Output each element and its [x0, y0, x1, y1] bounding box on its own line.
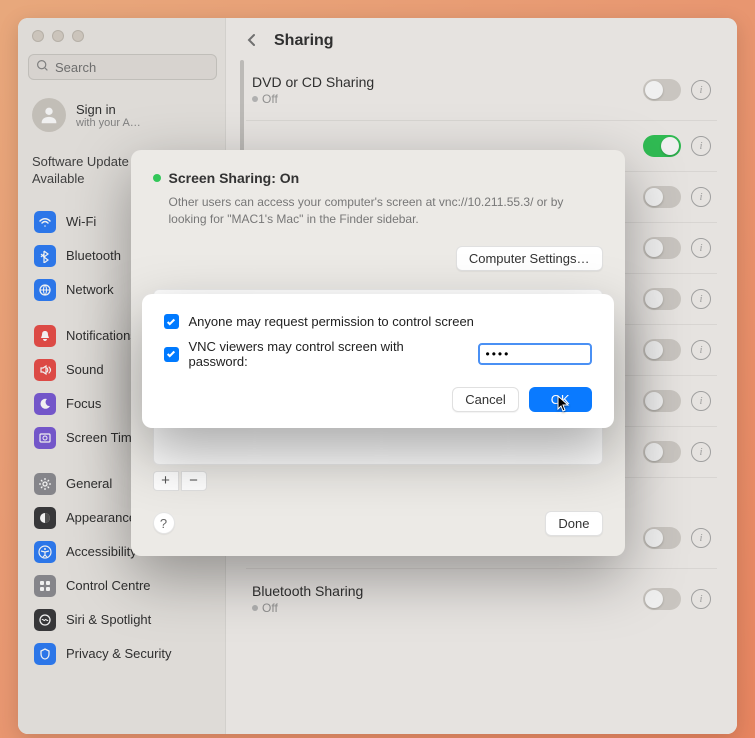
toggle[interactable] — [643, 186, 681, 208]
sidebar-item-label: Focus — [66, 396, 101, 411]
info-icon[interactable]: i — [691, 238, 711, 258]
ok-button[interactable]: OK — [529, 387, 592, 412]
focus-icon — [34, 393, 56, 415]
close-icon[interactable] — [32, 30, 44, 42]
sharing-row: Bluetooth Sharing Off i — [246, 569, 717, 629]
account-name: Sign in — [76, 102, 141, 117]
screentime-icon — [34, 427, 56, 449]
help-button[interactable]: ? — [153, 512, 175, 534]
vnc-password-input[interactable] — [478, 343, 592, 365]
row-title: Bluetooth Sharing — [252, 583, 643, 599]
row-status: Off — [252, 92, 643, 106]
toggle[interactable] — [643, 588, 681, 610]
toggle[interactable] — [643, 390, 681, 412]
gear-icon — [34, 473, 56, 495]
sidebar-item-label: Network — [66, 282, 114, 297]
info-icon[interactable]: i — [691, 80, 711, 100]
search-icon — [36, 59, 49, 75]
sidebar-item-label: Privacy & Security — [66, 646, 171, 661]
sidebar-item-label: General — [66, 476, 112, 491]
wifi-icon — [34, 211, 56, 233]
network-icon — [34, 279, 56, 301]
toggle[interactable] — [643, 79, 681, 101]
sheet-desc: Other users can access your computer's s… — [169, 194, 603, 228]
sidebar-item-label: Sound — [66, 362, 104, 377]
remove-button[interactable]: − — [181, 471, 207, 491]
done-button[interactable]: Done — [545, 511, 602, 536]
add-button[interactable]: + — [153, 471, 179, 491]
sidebar-item-label: Control Centre — [66, 578, 151, 593]
privacy-icon — [34, 643, 56, 665]
sharing-row: DVD or CD Sharing Off i — [246, 60, 717, 121]
back-button[interactable] — [244, 32, 262, 50]
info-icon[interactable]: i — [691, 187, 711, 207]
sidebar-item-label: Bluetooth — [66, 248, 121, 263]
maximize-icon[interactable] — [72, 30, 84, 42]
sidebar-item-label: Appearance — [66, 510, 136, 525]
account-sub: with your A… — [76, 117, 141, 129]
row-title: DVD or CD Sharing — [252, 74, 643, 90]
toggle[interactable] — [643, 441, 681, 463]
sidebar-item-label: Notifications — [66, 328, 137, 343]
control-icon — [34, 575, 56, 597]
toggle[interactable] — [643, 527, 681, 549]
info-icon[interactable]: i — [691, 589, 711, 609]
computer-settings-button[interactable]: Computer Settings… — [456, 246, 603, 271]
sound-icon — [34, 359, 56, 381]
appearance-icon — [34, 507, 56, 529]
sidebar-item-siri-spotlight[interactable]: Siri & Spotlight — [28, 604, 217, 636]
bell-icon — [34, 325, 56, 347]
info-icon[interactable]: i — [691, 391, 711, 411]
page-title: Sharing — [274, 32, 334, 50]
minimize-icon[interactable] — [52, 30, 64, 42]
window-controls[interactable] — [32, 30, 217, 42]
sidebar-item-privacy-security[interactable]: Privacy & Security — [28, 638, 217, 670]
info-icon[interactable]: i — [691, 442, 711, 462]
sheet-title: Screen Sharing: On — [169, 170, 300, 186]
toggle[interactable] — [643, 339, 681, 361]
sidebar-item-label: Accessibility — [66, 544, 137, 559]
account-row[interactable]: Sign in with your A… — [28, 94, 217, 144]
search-input[interactable] — [28, 54, 217, 80]
sidebar-item-control-centre[interactable]: Control Centre — [28, 570, 217, 602]
cancel-button[interactable]: Cancel — [452, 387, 518, 412]
vnc-label: VNC viewers may control screen with pass… — [189, 339, 462, 369]
info-icon[interactable]: i — [691, 340, 711, 360]
info-icon[interactable]: i — [691, 528, 711, 548]
cursor-icon — [557, 395, 571, 413]
siri-icon — [34, 609, 56, 631]
toggle[interactable] — [643, 288, 681, 310]
info-icon[interactable]: i — [691, 289, 711, 309]
avatar — [32, 98, 66, 132]
sidebar-item-label: Siri & Spotlight — [66, 612, 151, 627]
row-status: Off — [252, 601, 643, 615]
computer-settings-dialog: Anyone may request permission to control… — [142, 294, 614, 428]
bluetooth-icon — [34, 245, 56, 267]
info-icon[interactable]: i — [691, 136, 711, 156]
toggle[interactable] — [643, 135, 681, 157]
status-dot-icon — [153, 174, 161, 182]
anyone-checkbox[interactable] — [164, 314, 179, 329]
accessibility-icon — [34, 541, 56, 563]
toggle[interactable] — [643, 237, 681, 259]
anyone-label: Anyone may request permission to control… — [189, 314, 474, 329]
sidebar-item-label: Screen Time — [66, 430, 139, 445]
sidebar-item-label: Wi-Fi — [66, 214, 96, 229]
vnc-checkbox[interactable] — [164, 347, 179, 362]
